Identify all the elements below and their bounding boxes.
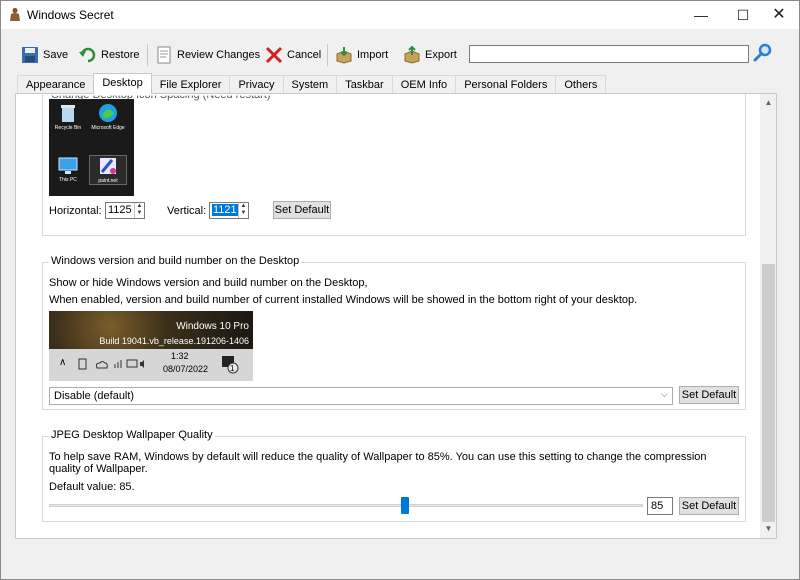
tab-personal-folders[interactable]: Personal Folders (455, 75, 557, 94)
vertical-value: 1121 (212, 204, 238, 216)
build-number-preview: Windows 10 Pro Build 19041.vb_release.19… (49, 311, 253, 381)
preview-edition-text: Windows 10 Pro (176, 321, 249, 332)
preview-date: 08/07/2022 (163, 364, 209, 374)
preview-icon-this-pc: This PC (49, 157, 87, 183)
build-number-desc-1: Show or hide Windows version and build n… (49, 277, 368, 289)
preview-icon-label: paint.net (98, 178, 118, 184)
maximize-button[interactable]: ☐ (723, 1, 763, 29)
app-window: Windows Secret — ☐ ✕ Save Restore Review… (0, 0, 800, 580)
meet-icon (78, 358, 87, 370)
scrollbar-thumb[interactable] (762, 264, 775, 522)
notification-count: 1 (230, 364, 235, 373)
preview-taskbar: ∧ 1:32 08/07/2022 1 (49, 349, 253, 381)
import-button[interactable]: Import (335, 44, 388, 66)
scroll-up-icon[interactable]: ▲ (760, 96, 776, 110)
horizontal-value: 1125 (108, 204, 132, 216)
save-icon (22, 47, 38, 63)
network-icon (114, 360, 122, 368)
title-bar[interactable]: Windows Secret — ☐ ✕ (1, 1, 799, 29)
preview-build-text: Build 19041.vb_release.191206-1406 (99, 336, 249, 346)
tab-appearance[interactable]: Appearance (17, 75, 95, 94)
tray-icons (78, 358, 144, 370)
save-button[interactable]: Save (21, 44, 68, 66)
spinner-arrows-icon[interactable]: ▲ ▼ (238, 203, 248, 218)
chevron-down-icon[interactable]: ⌵ (661, 389, 668, 400)
build-number-title: Windows version and build number on the … (49, 255, 302, 267)
quality-value-input[interactable]: 85 (647, 497, 673, 515)
export-label: Export (425, 49, 457, 61)
volume-icon (140, 360, 144, 368)
edge-browser-icon (99, 104, 117, 122)
desktop-icon-preview: Recycle Bin Microsoft Edge This PC paint… (49, 99, 134, 196)
preview-time: 1:32 (171, 351, 189, 361)
jpeg-default-text: Default value: 85. (49, 481, 135, 493)
recycle-bin-icon (61, 105, 75, 122)
horizontal-spinner[interactable]: 1125 ▲ ▼ (105, 202, 145, 219)
quality-slider-track[interactable] (49, 504, 643, 507)
monitor-icon (58, 157, 78, 174)
tab-privacy[interactable]: Privacy (229, 75, 284, 94)
window-title: Windows Secret (27, 8, 114, 22)
tab-desktop[interactable]: Desktop (93, 73, 152, 94)
paint-net-icon (100, 158, 116, 174)
export-box-icon (404, 46, 420, 64)
tab-system[interactable]: System (282, 75, 338, 94)
spinner-arrows-icon[interactable]: ▲ ▼ (134, 203, 144, 218)
review-changes-button[interactable]: Review Changes (155, 44, 260, 66)
cancel-x-icon (265, 46, 283, 64)
restore-icon (79, 47, 96, 63)
toolbar-separator (147, 44, 148, 66)
document-icon (157, 46, 171, 64)
preview-icon-label: Microsoft Edge (91, 125, 125, 131)
tab-taskbar[interactable]: Taskbar (336, 75, 393, 94)
jpeg-quality-group: JPEG Desktop Wallpaper Quality To help s… (42, 429, 746, 522)
import-label: Import (357, 49, 389, 61)
import-box-icon (336, 47, 352, 64)
build-number-select[interactable]: Disable (default) ⌵ (49, 387, 673, 405)
select-value: Disable (default) (54, 390, 135, 402)
build-number-desc-2: When enabled, version and build number o… (49, 294, 638, 306)
save-label: Save (43, 49, 69, 61)
desktop-settings-panel: Change Desktop Icon Spacing (Need restar… (15, 93, 777, 539)
scroll-down-icon[interactable]: ▼ (760, 522, 776, 536)
restore-label: Restore (101, 49, 140, 61)
cloud-icon (95, 361, 108, 369)
preview-icon-label: Recycle Bin (54, 125, 82, 131)
export-button[interactable]: Export (403, 44, 457, 66)
vertical-spinner[interactable]: 1121 ▲ ▼ (209, 202, 249, 219)
search-icon[interactable] (753, 43, 773, 63)
horizontal-label: Horizontal: (49, 205, 102, 217)
restore-button[interactable]: Restore (79, 44, 140, 66)
cancel-label: Cancel (287, 49, 322, 61)
tab-bar: Appearance Desktop File Explorer Privacy Sys… (17, 73, 607, 94)
preview-icon-recycle-bin: Recycle Bin (49, 103, 87, 131)
vertical-label: Vertical: (167, 205, 207, 217)
chevron-up-icon: ∧ (59, 357, 67, 368)
tab-oem-info[interactable]: OEM Info (391, 75, 457, 94)
quality-slider-thumb[interactable] (401, 497, 410, 514)
preview-icon-edge: Microsoft Edge (89, 103, 127, 131)
toolbar: Save Restore Review Changes Cancel Impor… (1, 39, 799, 71)
build-number-group: Windows version and build number on the … (42, 255, 746, 410)
build-number-set-default-button[interactable]: Set Default (679, 386, 739, 404)
display-icon (126, 359, 138, 368)
preview-icon-paint-net: paint.net (89, 155, 127, 185)
jpeg-set-default-button[interactable]: Set Default (679, 497, 739, 515)
minimize-button[interactable]: — (681, 1, 721, 29)
close-button[interactable]: ✕ (759, 1, 799, 29)
tab-file-explorer[interactable]: File Explorer (150, 75, 231, 94)
icon-spacing-set-default-button[interactable]: Set Default (273, 201, 331, 219)
preview-icon-label: This PC (59, 177, 77, 183)
app-logo-icon (10, 7, 20, 21)
icon-spacing-group: Change Desktop Icon Spacing (Need restar… (42, 94, 746, 236)
search-input[interactable] (469, 45, 749, 63)
cancel-button[interactable]: Cancel (265, 44, 321, 66)
jpeg-quality-title: JPEG Desktop Wallpaper Quality (49, 429, 215, 441)
vertical-scrollbar[interactable]: ▲ ▼ (760, 94, 776, 538)
tab-others[interactable]: Others (555, 75, 607, 94)
toolbar-separator (327, 44, 328, 66)
review-changes-label: Review Changes (177, 49, 261, 61)
jpeg-quality-desc: To help save RAM, Windows by default wil… (49, 451, 707, 475)
